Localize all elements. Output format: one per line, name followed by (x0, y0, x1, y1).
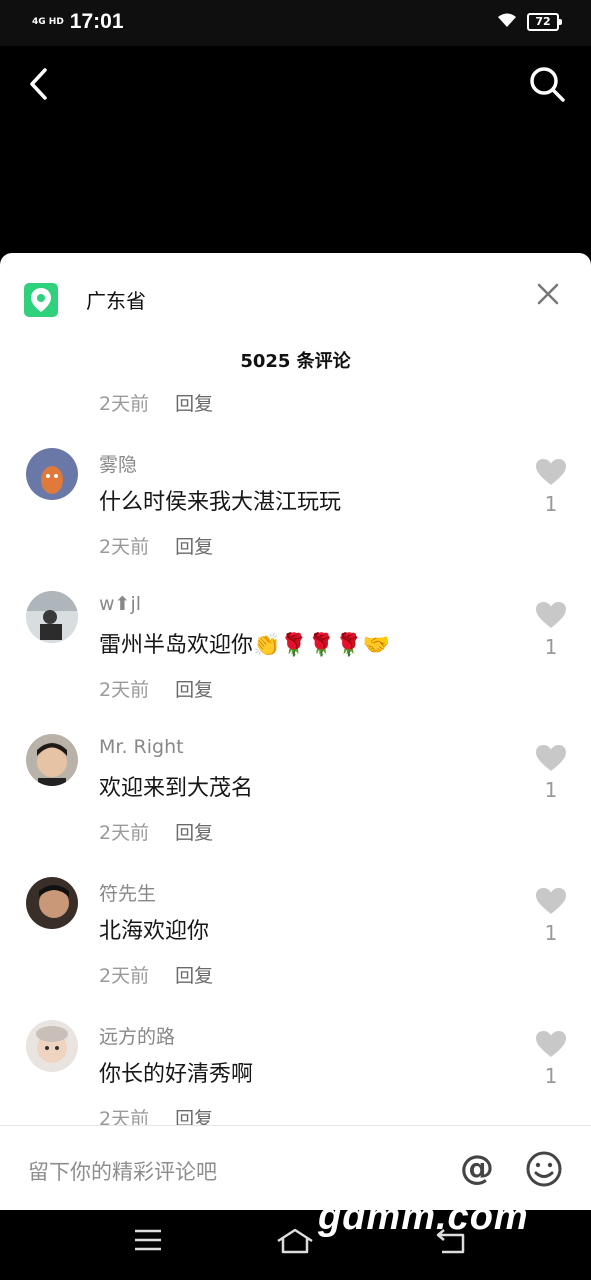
comment-username[interactable]: w⬆jl (99, 593, 141, 615)
heart-icon (536, 745, 566, 771)
like-button[interactable]: 1 (535, 744, 567, 802)
close-button[interactable] (533, 279, 563, 309)
like-count: 1 (544, 635, 558, 659)
comment-username[interactable]: 雾隐 (99, 450, 137, 477)
comment-count: 5025 条评论 (240, 351, 351, 372)
like-button[interactable]: 1 (535, 887, 567, 945)
heart-icon (536, 459, 566, 485)
back-button[interactable] (18, 64, 58, 104)
avatar[interactable] (26, 448, 78, 500)
avatar[interactable] (26, 734, 78, 786)
status-time: 17:01 (69, 10, 124, 33)
status-bar: 4G HD 17:01 72 (0, 0, 591, 46)
comment-time: 2天前 (99, 965, 150, 987)
like-button[interactable]: 1 (535, 458, 567, 516)
comment-username[interactable]: 远方的路 (99, 1022, 175, 1049)
smiley-icon (526, 1151, 562, 1187)
mention-button[interactable]: @ (460, 1148, 494, 1188)
reply-button[interactable]: 回复 (175, 961, 213, 988)
partial-comment-meta: 2天前 回复 (99, 389, 213, 416)
comment-username[interactable]: Mr. Right (99, 736, 184, 758)
search-button[interactable] (527, 64, 567, 104)
comments-sheet: 广东省 5025 条评论 2天前 回复 雾隐 什么时侯来我大湛江玩玩 2天前 回… (0, 253, 591, 1210)
heart-icon (536, 602, 566, 628)
close-icon (537, 283, 559, 305)
comment-time: 2天前 (99, 822, 150, 844)
avatar[interactable] (26, 877, 78, 929)
heart-icon (536, 888, 566, 914)
battery-indicator: 72 (527, 13, 562, 31)
comment-time: 2天前 (99, 393, 150, 415)
like-button[interactable]: 1 (535, 1030, 567, 1088)
heart-icon (536, 1031, 566, 1057)
like-count: 1 (544, 778, 558, 802)
comment-list: 雾隐 什么时侯来我大湛江玩玩 2天前 回复 1 w⬆jl 雷州半岛欢迎你👏🌹🌹🌹… (0, 443, 591, 1158)
like-button[interactable]: 1 (535, 601, 567, 659)
comment-text: 欢迎来到大茂名 (99, 776, 254, 801)
reply-button[interactable]: 回复 (175, 675, 213, 702)
reply-button[interactable]: 回复 (175, 818, 213, 845)
location-name[interactable]: 广东省 (86, 285, 146, 314)
top-nav (0, 46, 591, 118)
comment-input[interactable]: 留下你的精彩评论吧 (28, 1156, 217, 1186)
comment-time: 2天前 (99, 679, 150, 701)
chevron-left-icon (30, 68, 47, 100)
comment-text: 北海欢迎你 (99, 919, 210, 944)
avatar[interactable] (26, 591, 78, 643)
like-count: 1 (544, 1064, 558, 1088)
comment-text: 雷州半岛欢迎你👏🌹🌹🌹🤝 (99, 633, 390, 658)
avatar[interactable] (26, 1020, 78, 1072)
menu-icon (135, 1229, 161, 1251)
like-count: 1 (544, 492, 558, 516)
comment-text: 你长的好清秀啊 (99, 1062, 254, 1087)
menu-button[interactable] (134, 1228, 162, 1256)
search-icon (530, 67, 565, 102)
comment-text: 什么时侯来我大湛江玩玩 (99, 490, 342, 515)
comment-item: w⬆jl 雷州半岛欢迎你👏🌹🌹🌹🤝 2天前 回复 1 (0, 586, 591, 729)
wifi-icon (497, 12, 517, 32)
comment-item: 雾隐 什么时侯来我大湛江玩玩 2天前 回复 1 (0, 443, 591, 586)
reply-button[interactable]: 回复 (175, 389, 213, 416)
comment-item: 符先生 北海欢迎你 2天前 回复 1 (0, 872, 591, 1015)
comment-time: 2天前 (99, 536, 150, 558)
location-pin-icon (24, 283, 58, 317)
emoji-button[interactable] (525, 1150, 563, 1192)
reply-button[interactable]: 回复 (175, 532, 213, 559)
network-indicator: 4G HD (32, 16, 64, 27)
watermark: gdmm.com (318, 1196, 529, 1238)
like-count: 1 (544, 921, 558, 945)
home-icon (277, 1228, 313, 1254)
comment-username[interactable]: 符先生 (99, 879, 156, 906)
home-button[interactable] (276, 1228, 314, 1258)
comment-item: Mr. Right 欢迎来到大茂名 2天前 回复 1 (0, 729, 591, 872)
